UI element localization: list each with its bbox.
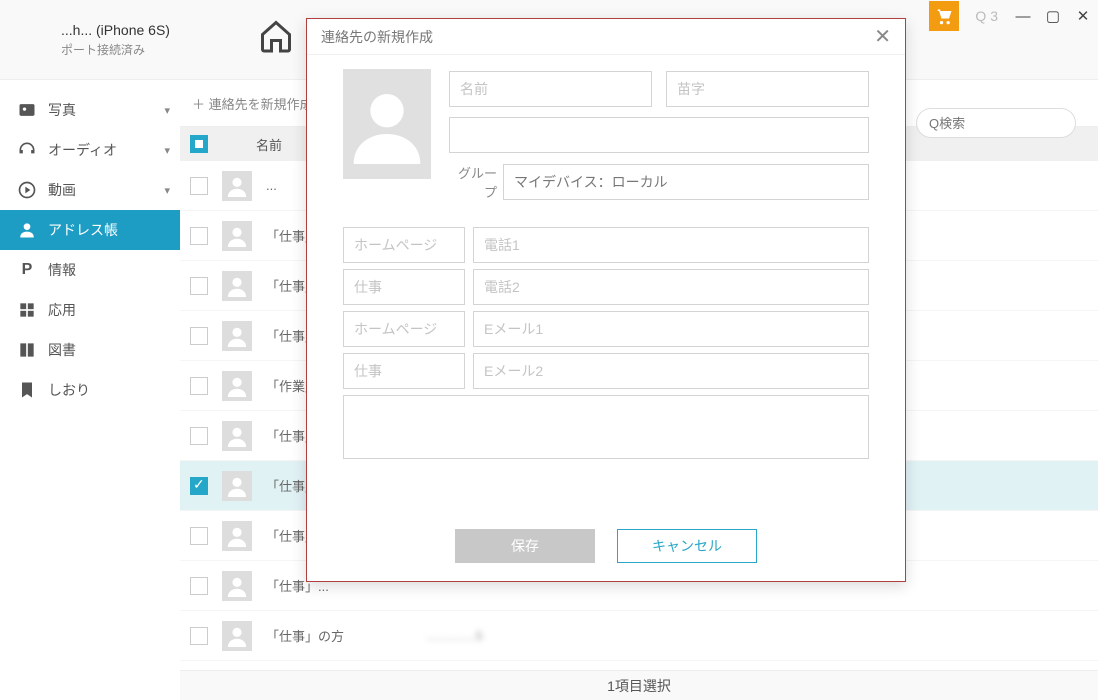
close-window-button[interactable]: ✕ <box>1068 1 1098 31</box>
memo-field[interactable] <box>343 395 869 459</box>
close-icon[interactable]: ✕ <box>874 24 891 49</box>
first-name-field[interactable] <box>449 71 652 107</box>
contact-avatar[interactable] <box>343 69 431 179</box>
modal-title: 連絡先の新規作成 <box>321 27 433 47</box>
company-field[interactable] <box>449 117 869 153</box>
tel1-field[interactable] <box>473 227 869 263</box>
work1-field[interactable] <box>343 269 465 305</box>
work2-field[interactable] <box>343 353 465 389</box>
new-contact-modal: 連絡先の新規作成 ✕ グループ マイデバイス：ローカル <box>306 18 906 582</box>
maximize-button[interactable]: ▢ <box>1038 1 1068 31</box>
last-name-field[interactable] <box>666 71 869 107</box>
email1-field[interactable] <box>473 311 869 347</box>
tel2-field[interactable] <box>473 269 869 305</box>
email2-field[interactable] <box>473 353 869 389</box>
homepage1-field[interactable] <box>343 227 465 263</box>
group-select[interactable]: マイデバイス：ローカル <box>503 164 869 200</box>
cancel-button[interactable]: キャンセル <box>617 529 757 563</box>
minimize-button[interactable]: — <box>1008 1 1038 31</box>
save-button[interactable]: 保存 <box>455 529 595 563</box>
homepage2-field[interactable] <box>343 311 465 347</box>
group-label: グループ <box>449 163 497 201</box>
modal-overlay: 連絡先の新規作成 ✕ グループ マイデバイス：ローカル <box>0 0 1098 700</box>
q3-text: Q 3 <box>965 8 1008 24</box>
cart-icon[interactable] <box>929 1 959 31</box>
